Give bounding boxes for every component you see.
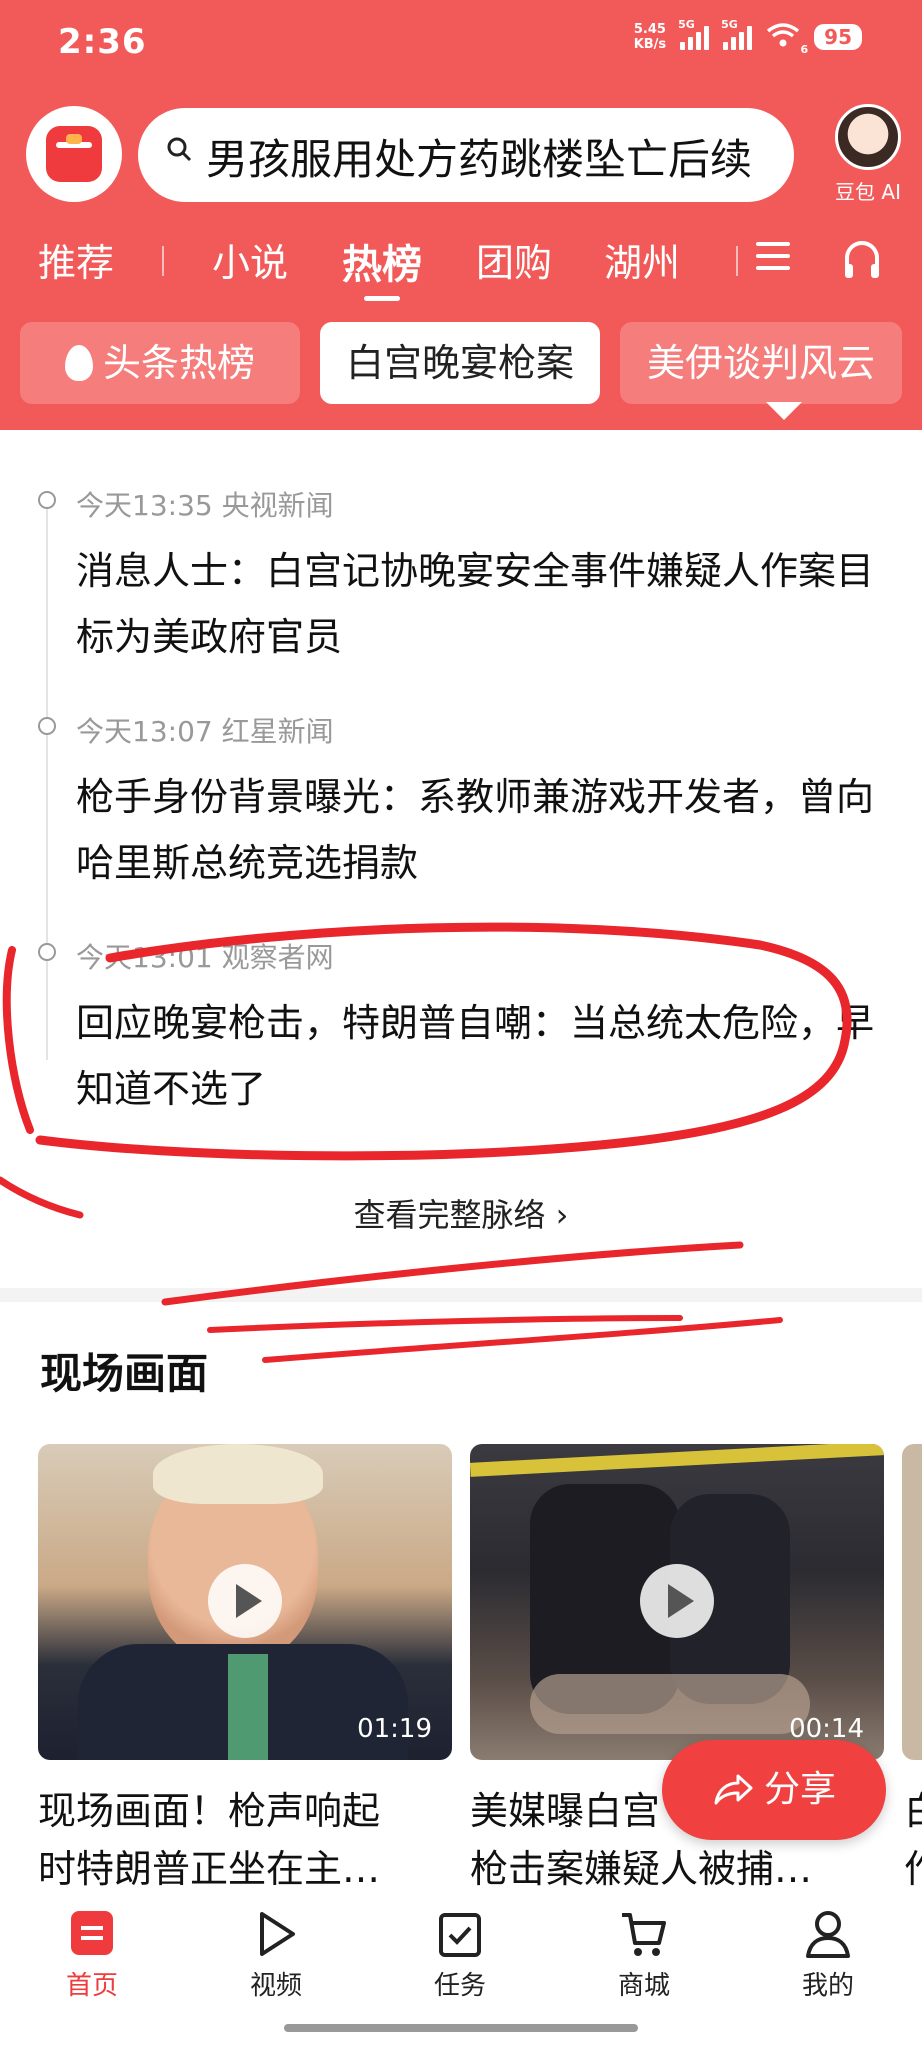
tab-novel[interactable]: 小说 bbox=[212, 232, 288, 287]
timeline-title[interactable]: 消息人士：白宫记协晚宴安全事件嫌疑人作案目标为美政府官员 bbox=[76, 538, 876, 670]
section-divider bbox=[0, 1288, 922, 1302]
tab-group-buy[interactable]: 团购 bbox=[476, 232, 552, 287]
status-icons: 5.45 KB/s 5G 5G 6 95 bbox=[633, 18, 862, 56]
flame-icon bbox=[64, 345, 93, 381]
share-button[interactable]: 分享 bbox=[662, 1740, 886, 1840]
search-query: 男孩服用处方药跳楼坠亡后续 bbox=[206, 135, 753, 184]
tab-hot-list[interactable]: 热榜 bbox=[342, 232, 422, 290]
tab-recommend[interactable]: 推荐 bbox=[38, 232, 114, 287]
nav-me[interactable]: 我的 bbox=[768, 1909, 888, 2002]
app-logo[interactable] bbox=[26, 106, 122, 202]
task-check-icon bbox=[400, 1909, 520, 1959]
home-icon bbox=[32, 1909, 152, 1959]
view-full-context-link[interactable]: 查看完整脉络 › bbox=[0, 1190, 922, 1236]
active-tab-indicator bbox=[364, 296, 400, 301]
timeline-meta: 今天13:01 观察者网 bbox=[76, 941, 334, 974]
timeline-dot bbox=[38, 717, 56, 735]
tab-huzhou[interactable]: 湖州 bbox=[604, 232, 680, 287]
timeline-meta: 今天13:07 红星新闻 bbox=[76, 715, 334, 748]
ai-avatar bbox=[835, 104, 901, 170]
nav-task[interactable]: 任务 bbox=[400, 1909, 520, 2002]
doubao-ai-button[interactable]: 豆包 AI bbox=[820, 104, 916, 205]
search-icon bbox=[167, 137, 192, 162]
wifi-icon: 6 bbox=[766, 22, 808, 56]
home-indicator bbox=[284, 2024, 638, 2032]
video-play-icon bbox=[216, 1909, 336, 1959]
profile-icon bbox=[768, 1909, 888, 1959]
search-bar[interactable]: 男孩服用处方药跳楼坠亡后续 bbox=[138, 108, 794, 202]
video-thumbnail-1[interactable]: 01:19 bbox=[38, 1444, 452, 1760]
section-title: 现场画面 bbox=[40, 1349, 209, 1398]
chip-pointer bbox=[766, 402, 802, 420]
video-title-3-partial[interactable]: 白 作 bbox=[904, 1782, 922, 1898]
video-thumbnail-2[interactable]: 00:14 bbox=[470, 1444, 884, 1760]
channel-tabs: 推荐 小说 热榜 团购 湖州 bbox=[0, 232, 922, 301]
nav-mall[interactable]: 商城 bbox=[584, 1909, 704, 2002]
timeline-dot bbox=[38, 943, 56, 961]
nav-home[interactable]: 首页 bbox=[32, 1909, 152, 2002]
play-icon[interactable] bbox=[208, 1564, 282, 1638]
signal-1-icon: 5G bbox=[678, 18, 710, 50]
chip-us-iran-talks[interactable]: 美伊谈判风云 bbox=[620, 322, 902, 404]
share-arrow-icon bbox=[714, 1774, 753, 1805]
tab-separator bbox=[736, 246, 738, 276]
chip-headline-hot[interactable]: 头条热榜 bbox=[20, 322, 300, 404]
chip-whitehouse-shooting[interactable]: 白宫晚宴枪案 bbox=[320, 322, 802, 420]
video-duration: 01:19 bbox=[357, 1714, 432, 1744]
timeline-meta: 今天13:35 央视新闻 bbox=[76, 489, 334, 522]
nav-video[interactable]: 视频 bbox=[216, 1909, 336, 2002]
status-time: 2:36 bbox=[58, 22, 147, 62]
video-title-1[interactable]: 现场画面！枪声响起 时特朗普正坐在主… bbox=[38, 1782, 452, 1898]
video-thumbnail-3-partial[interactable] bbox=[902, 1444, 922, 1760]
timeline-title[interactable]: 枪手身份背景曝光：系教师兼游戏开发者，曾向哈里斯总统竞选捐款 bbox=[76, 764, 876, 896]
ai-label: 豆包 AI bbox=[835, 180, 901, 204]
cart-icon bbox=[584, 1909, 704, 1959]
battery-indicator: 95 bbox=[814, 24, 862, 50]
signal-2-icon: 5G bbox=[721, 18, 753, 50]
timeline-dot bbox=[38, 491, 56, 509]
network-speed: 5.45 KB/s bbox=[633, 22, 667, 52]
timeline-title[interactable]: 回应晚宴枪击，特朗普自嘲：当总统太危险，早知道不选了 bbox=[76, 990, 876, 1122]
channel-menu-icon[interactable] bbox=[756, 242, 790, 278]
timeline-line bbox=[46, 500, 48, 1060]
tab-separator bbox=[162, 246, 164, 276]
play-icon[interactable] bbox=[640, 1564, 714, 1638]
hot-topic-chips: 头条热榜 白宫晚宴枪案 美伊谈判风云 bbox=[0, 322, 922, 420]
headphones-icon[interactable] bbox=[842, 238, 882, 282]
